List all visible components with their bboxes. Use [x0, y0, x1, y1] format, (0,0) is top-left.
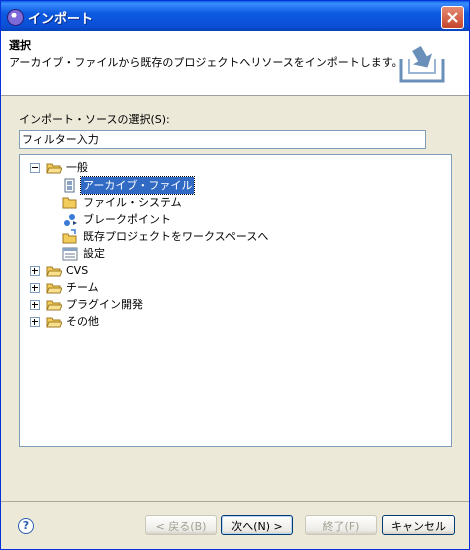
filter-input[interactable] — [19, 130, 426, 149]
finish-button[interactable]: 終了(F) — [305, 515, 377, 535]
page-description: アーカイブ・ファイルから既存のプロジェクトへリソースをインポートします。 — [9, 56, 403, 69]
archive-file-icon — [64, 178, 75, 193]
collapse-toggle[interactable] — [30, 163, 40, 173]
tree-label-existing-projects: 既存プロジェクトをワークスペースへ — [83, 230, 269, 243]
next-button[interactable]: 次へ(N) > — [221, 515, 293, 535]
tree-label-cvs: CVS — [66, 264, 89, 277]
window-title: インポート — [28, 12, 94, 27]
wizard-header: 選択 アーカイブ・ファイルから既存のプロジェクトへリソースをインポートします。 — [1, 31, 469, 96]
tree-item-breakpoints[interactable]: ブレークポイント — [20, 211, 450, 228]
tree-item-plugin-dev[interactable]: プラグイン開発 — [20, 296, 450, 313]
cancel-button[interactable]: キャンセル — [382, 515, 455, 535]
import-wizard-icon — [399, 45, 445, 83]
import-source-tree[interactable]: 一般 アーカイブ・ファイル ファイル・システム ブレークポイント 既存プロジェク… — [19, 154, 452, 447]
tree-label-general: 一般 — [66, 161, 88, 174]
footer-divider — [1, 501, 469, 502]
expand-toggle[interactable] — [30, 317, 40, 327]
folder-icon — [46, 266, 62, 277]
tree-label-team: チーム — [66, 281, 99, 294]
tree-item-filesystem[interactable]: ファイル・システム — [20, 194, 450, 211]
expand-toggle[interactable] — [30, 266, 40, 276]
project-folder-icon — [62, 229, 77, 244]
close-button[interactable] — [441, 6, 464, 29]
folder-icon — [46, 300, 62, 311]
tree-label-breakpoints: ブレークポイント — [83, 213, 171, 226]
folder-icon — [62, 197, 77, 209]
tree-label-other: その他 — [66, 315, 99, 328]
settings-icon — [62, 247, 78, 261]
tree-item-team[interactable]: チーム — [20, 279, 450, 296]
open-folder-icon — [46, 163, 62, 174]
tree-item-cvs[interactable]: CVS — [20, 262, 450, 279]
tree-label-settings: 設定 — [83, 247, 105, 260]
expand-toggle[interactable] — [30, 300, 40, 310]
expand-toggle[interactable] — [30, 283, 40, 293]
breakpoint-icon — [64, 214, 77, 226]
back-button[interactable]: < 戻る(B) — [145, 515, 217, 535]
eclipse-icon — [7, 9, 24, 26]
tree-item-other[interactable]: その他 — [20, 313, 450, 330]
tree-label-archive: アーカイブ・ファイル — [79, 176, 196, 195]
tree-item-settings[interactable]: 設定 — [20, 245, 450, 262]
tree-label-filesystem: ファイル・システム — [83, 196, 182, 209]
title-bar[interactable]: インポート — [1, 1, 469, 31]
folder-icon — [46, 317, 62, 328]
tree-item-existing-projects[interactable]: 既存プロジェクトをワークスペースへ — [20, 228, 450, 245]
tree-label-plugin-dev: プラグイン開発 — [66, 298, 143, 311]
import-source-label: インポート・ソースの選択(S): — [19, 113, 170, 126]
page-title: 選択 — [9, 39, 31, 52]
close-icon — [447, 12, 458, 23]
tree-item-archive[interactable]: アーカイブ・ファイル — [20, 176, 450, 195]
tree-item-general[interactable]: 一般 — [20, 159, 450, 176]
folder-icon — [46, 283, 62, 294]
import-dialog: インポート 選択 アーカイブ・ファイルから既存のプロジェクトへリソースをインポー… — [0, 0, 470, 550]
help-icon[interactable]: ? — [18, 518, 34, 534]
